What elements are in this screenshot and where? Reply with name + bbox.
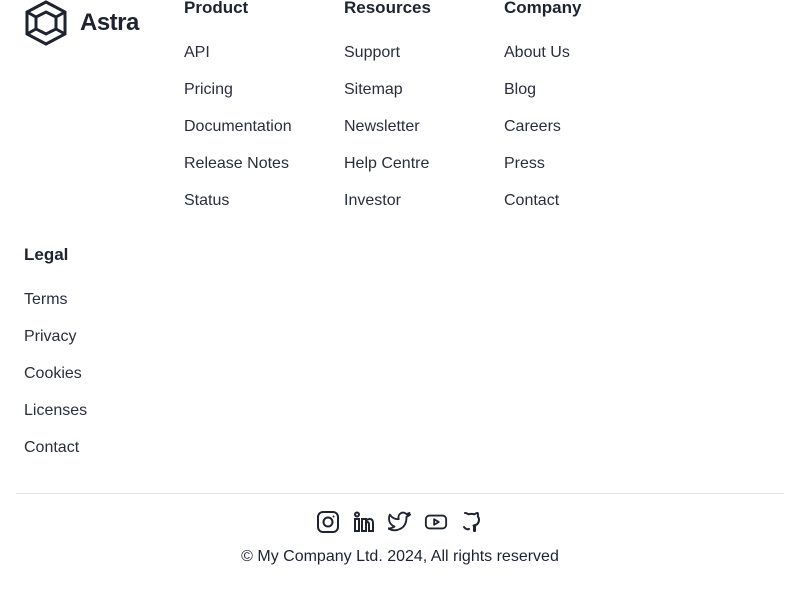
footer-divider (16, 493, 784, 494)
link-contact[interactable]: Contact (504, 192, 559, 209)
github-icon[interactable] (460, 509, 484, 535)
link-licenses[interactable]: Licenses (24, 402, 87, 419)
column-title: Resources (344, 0, 431, 17)
footer-column-legal: Legal Terms Privacy Cookies Licenses Con… (24, 245, 87, 475)
link-investor[interactable]: Investor (344, 192, 401, 209)
footer-column-resources: Resources Support Sitemap Newsletter Hel… (344, 0, 431, 228)
link-documentation[interactable]: Documentation (184, 118, 292, 135)
instagram-icon[interactable] (316, 509, 340, 535)
link-blog[interactable]: Blog (504, 81, 536, 98)
footer-column-company: Company About Us Blog Careers Press Cont… (504, 0, 581, 228)
link-status[interactable]: Status (184, 192, 229, 209)
column-title: Company (504, 0, 582, 17)
twitter-icon[interactable] (388, 509, 412, 535)
column-title: Legal (24, 245, 69, 264)
brand-logo[interactable]: Astra (24, 0, 139, 46)
link-about-us[interactable]: About Us (504, 44, 570, 61)
link-legal-contact[interactable]: Contact (24, 439, 79, 456)
link-help-centre[interactable]: Help Centre (344, 155, 429, 172)
link-terms[interactable]: Terms (24, 291, 68, 308)
link-api[interactable]: API (184, 44, 210, 61)
footer-column-product: Product API Pricing Documentation Releas… (184, 0, 292, 228)
astra-logo-icon (25, 0, 67, 46)
link-release-notes[interactable]: Release Notes (184, 155, 289, 172)
link-cookies[interactable]: Cookies (24, 365, 82, 382)
link-newsletter[interactable]: Newsletter (344, 118, 420, 135)
brand-name: Astra (80, 9, 139, 36)
youtube-icon[interactable] (424, 509, 448, 535)
column-title: Product (184, 0, 249, 17)
link-privacy[interactable]: Privacy (24, 328, 76, 345)
social-links (0, 509, 800, 535)
link-support[interactable]: Support (344, 44, 400, 61)
link-careers[interactable]: Careers (504, 118, 561, 135)
copyright-text: © My Company Ltd. 2024, All rights reser… (241, 548, 559, 565)
linkedin-icon[interactable] (352, 509, 376, 535)
link-press[interactable]: Press (504, 155, 545, 172)
link-pricing[interactable]: Pricing (184, 81, 233, 98)
link-sitemap[interactable]: Sitemap (344, 81, 403, 98)
